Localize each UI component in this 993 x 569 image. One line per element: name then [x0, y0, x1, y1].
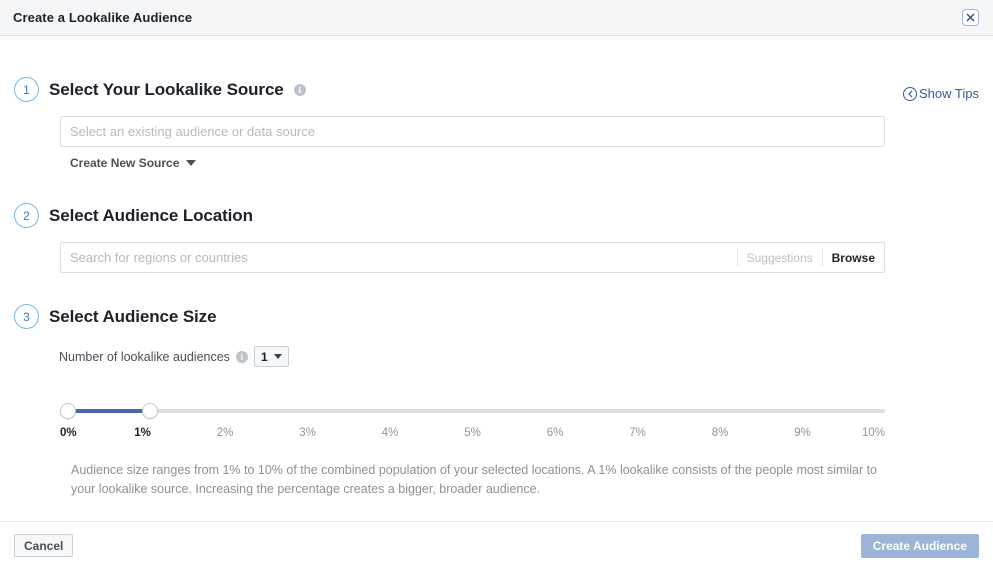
step-badge-2: 2: [14, 203, 39, 228]
step-badge-3: 3: [14, 304, 39, 329]
close-icon[interactable]: [962, 9, 979, 26]
section-3-title: Select Audience Size: [49, 307, 216, 327]
lookalike-count-select[interactable]: 1: [254, 346, 289, 367]
section-select-size: 3 Select Audience Size Number of lookali…: [14, 273, 979, 500]
lookalike-count-label: Number of lookalike audiences: [59, 350, 230, 364]
section-1-title: Select Your Lookalike Source: [49, 80, 284, 100]
dialog-header: Create a Lookalike Audience: [0, 0, 993, 36]
section-select-source: 1 Select Your Lookalike Source i Select …: [14, 36, 979, 172]
section-1-header: 1 Select Your Lookalike Source i: [14, 77, 979, 102]
info-icon-source[interactable]: i: [294, 84, 306, 96]
slider-handle-high[interactable]: [142, 403, 158, 419]
slider-tick-label: 3%: [299, 427, 316, 439]
slider-tick-label: 1%: [134, 427, 151, 439]
section-2-header: 2 Select Audience Location: [14, 203, 979, 228]
cancel-button[interactable]: Cancel: [14, 534, 73, 557]
browse-button[interactable]: Browse: [823, 251, 875, 265]
slider-tick-label: 6%: [547, 427, 564, 439]
lookalike-count-value: 1: [261, 350, 268, 364]
suggestions-button[interactable]: Suggestions: [738, 251, 822, 265]
location-search-input[interactable]: Search for regions or countries Suggesti…: [60, 242, 885, 273]
section-select-location: 2 Select Audience Location Search for re…: [14, 172, 979, 273]
dialog-body: Show Tips 1 Select Your Lookalike Source…: [0, 36, 993, 521]
lookalike-count-row: Number of lookalike audiences i 1: [59, 346, 979, 367]
slider-tick-label: 4%: [382, 427, 399, 439]
slider-fill: [68, 409, 150, 413]
slider-tick-label: 2%: [217, 427, 234, 439]
chevron-down-icon: [186, 160, 196, 166]
create-lookalike-audience-dialog: Create a Lookalike Audience Show Tips 1 …: [0, 0, 993, 569]
slider-tick-label: 8%: [712, 427, 729, 439]
location-search-placeholder: Search for regions or countries: [70, 250, 737, 265]
audience-size-description: Audience size ranges from 1% to 10% of t…: [71, 461, 885, 500]
dialog-footer: Cancel Create Audience: [0, 521, 993, 569]
slider-tick-label: 7%: [629, 427, 646, 439]
location-input-actions: Suggestions Browse: [737, 249, 875, 266]
source-input[interactable]: Select an existing audience or data sour…: [60, 116, 885, 147]
create-audience-button[interactable]: Create Audience: [861, 534, 979, 558]
info-icon-count[interactable]: i: [236, 351, 248, 363]
create-new-source-button[interactable]: Create New Source: [70, 156, 196, 170]
audience-size-slider[interactable]: [60, 403, 885, 419]
slider-tick-label: 10%: [862, 427, 885, 439]
chevron-down-icon: [274, 354, 282, 359]
slider-tick-label: 9%: [794, 427, 811, 439]
slider-tick-label: 0%: [60, 427, 77, 439]
slider-tick-labels: 0% 1% 2% 3% 4% 5% 6% 7% 8% 9% 10%: [60, 427, 885, 443]
section-2-title: Select Audience Location: [49, 206, 253, 226]
section-3-header: 3 Select Audience Size: [14, 304, 979, 329]
source-input-placeholder: Select an existing audience or data sour…: [70, 124, 875, 139]
step-badge-1: 1: [14, 77, 39, 102]
create-new-source-label: Create New Source: [70, 156, 179, 170]
slider-handle-low[interactable]: [60, 403, 76, 419]
page-title: Create a Lookalike Audience: [13, 10, 192, 25]
slider-track[interactable]: [60, 409, 885, 413]
slider-tick-label: 5%: [464, 427, 481, 439]
